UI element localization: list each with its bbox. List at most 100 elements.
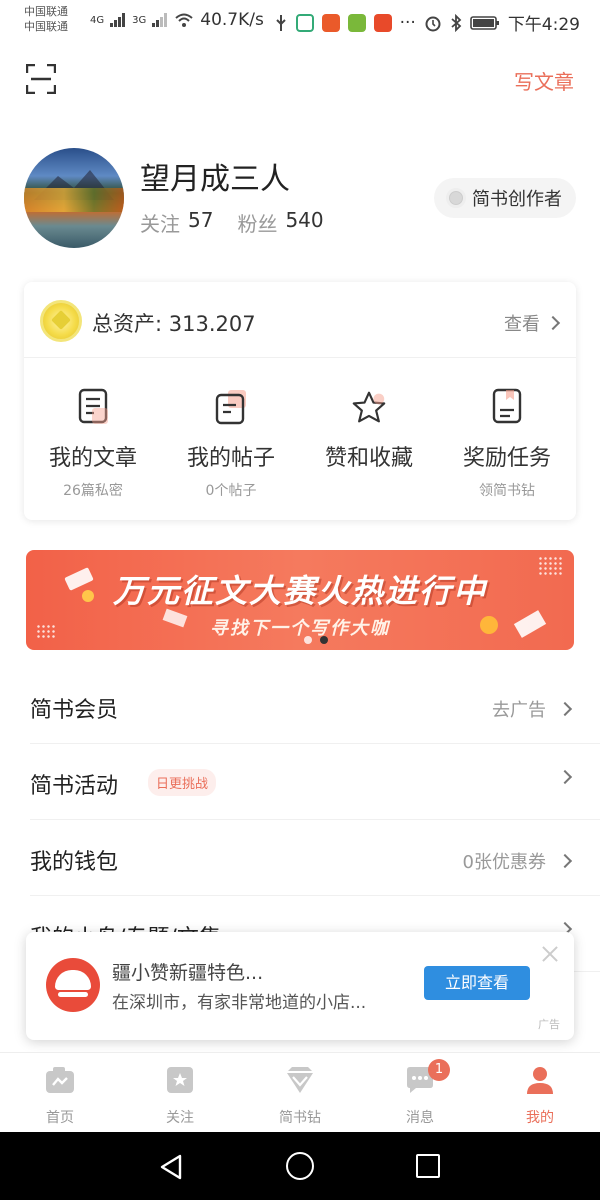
menu-item-label: 简书活动 [30,774,119,799]
menu-item-tag: 日更挑战 [148,769,217,796]
tab-me[interactable]: 我的 [480,1053,600,1132]
following-label[interactable]: 关注 [140,208,180,237]
assets-card: 总资产: 313.207 查看 我的文章 26篇私密 我的帖子 0个帖子 赞和收… [24,282,576,520]
net-type-1: 4G [90,14,105,26]
followers-count[interactable]: 540 [285,208,323,237]
scan-icon[interactable] [26,64,56,94]
ad-mark: 广告 [538,1018,560,1031]
tab-diamond[interactable]: 简书钻 [240,1053,360,1132]
home-icon [46,1067,74,1093]
bottom-tab-bar: 首页 关注 简书钻 1 消息 我的 [0,1052,600,1132]
follow-stats: 关注 57 粉丝 540 [140,208,348,237]
wifi-icon [175,13,193,27]
ad-logo [46,958,100,1012]
promo-banner[interactable]: 万元征文大赛火热进行中 寻找下一个写作大咖 [26,550,574,650]
shortcut-grid: 我的文章 26篇私密 我的帖子 0个帖子 赞和收藏 奖励任务 领简书钻 [24,358,576,520]
tab-messages[interactable]: 1 消息 [360,1053,480,1132]
close-icon[interactable] [540,944,560,964]
shortcut-title: 我的帖子 [186,446,275,471]
shortcut-sub: 领简书钻 [479,483,535,499]
tab-label: 消息 [406,1110,434,1126]
clock: 下午4:29 [507,15,580,35]
shortcut-my-articles[interactable]: 我的文章 26篇私密 [24,358,162,520]
tab-home[interactable]: 首页 [0,1053,120,1132]
coin-icon [40,300,82,342]
task-icon [492,388,522,424]
battery-icon [470,15,499,30]
shortcut-title: 奖励任务 [462,446,551,471]
shortcut-sub: 0个帖子 [205,483,257,499]
alarm-icon [425,16,441,31]
signal-icon-2 [152,13,168,27]
status-left: 4G 3G 40.7K/s [90,10,264,30]
back-icon[interactable] [158,1154,184,1180]
carrier-2: 中国联通 [24,20,68,33]
menu-item-membership[interactable]: 简书会员 去广告 [30,668,600,744]
carrier-info: 中国联通 中国联通 [24,4,68,34]
total-assets-label: 总资产: 313.207 [92,312,256,336]
menu-item-hint: 0张优惠券 [462,852,546,873]
menu-list: 简书会员 去广告 简书活动 日更挑战 我的钱包 0张优惠券 我的小岛/专题/文集 [0,668,600,972]
profile-section: 望月成三人 关注 57 粉丝 540 简书创作者 [24,148,576,248]
tab-label: 我的 [526,1110,554,1126]
home-button-icon[interactable] [286,1152,314,1180]
net-type-2: 3G [132,14,147,26]
tab-label: 简书钻 [279,1110,321,1126]
banner-pager [304,636,328,644]
message-badge: 1 [428,1059,450,1081]
shortcut-reward-tasks[interactable]: 奖励任务 领简书钻 [438,358,576,520]
avatar[interactable] [24,148,124,248]
total-assets-row[interactable]: 总资产: 313.207 查看 [24,282,576,358]
diamond-icon [287,1067,313,1093]
followers-label[interactable]: 粉丝 [237,208,277,237]
carrier-1: 中国联通 [24,5,68,18]
star-icon [352,391,386,423]
nickname[interactable]: 望月成三人 [140,154,290,198]
menu-item-hint: 去广告 [492,700,546,721]
top-bar: 写文章 [0,40,600,120]
status-bar: 中国联通 中国联通 4G 3G 40.7K/s ··· 下午4:29 [0,0,600,40]
ad-title: 疆小赞新疆特色... [112,962,264,984]
post-icon [215,390,246,425]
view-assets-link[interactable]: 查看 [504,310,561,336]
ad-popup[interactable]: 疆小赞新疆特色... 在深圳市，有家非常地道的小店... 立即查看 广告 [26,932,574,1040]
menu-item-extra: 去广告 [492,696,573,722]
shortcut-title: 我的文章 [48,446,137,471]
ad-view-button[interactable]: 立即查看 [424,966,530,1000]
view-assets-label: 查看 [504,314,540,335]
menu-item-wallet[interactable]: 我的钱包 0张优惠券 [30,820,600,896]
system-nav-bar [0,1132,600,1200]
following-count[interactable]: 57 [188,208,213,237]
menu-item-activities[interactable]: 简书活动 日更挑战 [30,744,600,820]
usb-icon [275,14,286,31]
shortcut-my-posts[interactable]: 我的帖子 0个帖子 [162,358,300,520]
banner-headline: 万元征文大赛火热进行中 [112,572,487,610]
shortcut-title: 赞和收藏 [324,446,413,471]
menu-item-label: 简书会员 [30,698,119,723]
tab-following[interactable]: 关注 [120,1053,240,1132]
user-icon [527,1067,553,1094]
network-speed: 40.7K/s [200,10,264,30]
app-icon-3 [347,13,366,32]
chevron-right-icon [545,315,561,331]
bluetooth-icon [451,13,462,32]
creator-badge[interactable]: 简书创作者 [434,178,576,218]
shortcut-sub: 26篇私密 [63,483,123,499]
pager-dot-active [320,636,328,644]
pager-dot [304,636,312,644]
menu-item-extra [557,769,573,785]
bookmark-star-icon [167,1067,193,1093]
app-icon-4 [373,13,392,32]
tab-label: 关注 [166,1110,194,1126]
shortcut-likes-favorites[interactable]: 赞和收藏 [300,358,438,520]
recent-apps-icon[interactable] [416,1154,440,1178]
write-article-button[interactable]: 写文章 [514,66,574,95]
status-right: ··· 下午4:29 [274,10,580,35]
ad-description: 在深圳市，有家非常地道的小店... [112,993,367,1013]
app-icon-2 [321,13,340,32]
banner-subline: 寻找下一个写作大咖 [210,618,390,639]
creator-badge-label: 简书创作者 [472,189,562,210]
chevron-right-icon [557,853,573,869]
more-icon: ··· [399,12,416,33]
tab-label: 首页 [46,1110,74,1126]
